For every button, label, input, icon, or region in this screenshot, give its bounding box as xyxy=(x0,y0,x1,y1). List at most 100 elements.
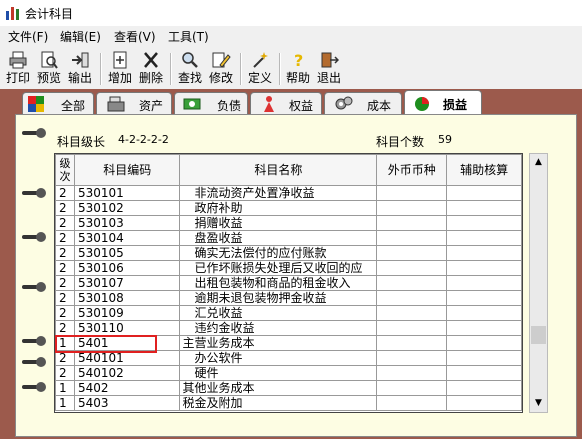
cell-aux[interactable] xyxy=(446,335,522,351)
table-row[interactable]: 2 530110 违约金收益 xyxy=(55,320,522,336)
scroll-up-arrow[interactable]: ▲ xyxy=(530,154,547,171)
cell-level[interactable]: 2 xyxy=(55,200,75,216)
cell-currency[interactable] xyxy=(376,275,448,291)
exit-button[interactable]: 退出 xyxy=(315,50,343,88)
cell-level[interactable]: 2 xyxy=(55,185,75,201)
col-header-level[interactable]: 级次 xyxy=(55,154,75,186)
cell-aux[interactable] xyxy=(446,245,522,261)
cell-name[interactable]: 已作坏账损失处理后又收回的应 xyxy=(179,260,378,276)
cell-name[interactable]: 主营业务成本 xyxy=(179,335,378,351)
tab-profit-loss[interactable]: 损益 xyxy=(404,90,482,116)
cell-aux[interactable] xyxy=(446,320,522,336)
cell-code[interactable]: 530105 xyxy=(73,245,181,261)
menu-file[interactable]: 文件(F) xyxy=(8,28,48,45)
cell-code[interactable]: 530101 xyxy=(73,185,181,201)
tab-equity[interactable]: 权益 xyxy=(250,92,322,115)
cell-level[interactable]: 2 xyxy=(55,290,75,306)
cell-code[interactable]: 530107 xyxy=(73,275,181,291)
cell-level[interactable]: 2 xyxy=(55,245,75,261)
accounts-grid[interactable]: 级次 科目编码 科目名称 外币币种 辅助核算 2 530101 非流动资产处置净收益… xyxy=(54,153,523,413)
cell-currency[interactable] xyxy=(376,350,448,366)
cell-level[interactable]: 2 xyxy=(55,305,75,321)
cell-code[interactable]: 540102 xyxy=(73,365,181,381)
cell-aux[interactable] xyxy=(446,380,522,396)
table-row[interactable]: 1 5402 其他业务成本 xyxy=(55,380,522,396)
cell-name[interactable]: 其他业务成本 xyxy=(179,380,378,396)
cell-aux[interactable] xyxy=(446,260,522,276)
cell-level[interactable]: 2 xyxy=(55,365,75,381)
cell-aux[interactable] xyxy=(446,305,522,321)
tab-assets[interactable]: 资产 xyxy=(96,92,172,115)
cell-code[interactable]: 5402 xyxy=(73,380,181,396)
cell-name[interactable]: 政府补助 xyxy=(179,200,378,216)
menu-view[interactable]: 查看(V) xyxy=(114,28,156,45)
define-button[interactable]: 定义 xyxy=(246,50,274,88)
menu-tools[interactable]: 工具(T) xyxy=(168,28,209,45)
cell-level[interactable]: 2 xyxy=(55,260,75,276)
cell-currency[interactable] xyxy=(376,380,448,396)
cell-currency[interactable] xyxy=(376,395,448,411)
cell-aux[interactable] xyxy=(446,290,522,306)
cell-aux[interactable] xyxy=(446,200,522,216)
cell-currency[interactable] xyxy=(376,245,448,261)
tab-all[interactable]: 全部 xyxy=(22,92,94,115)
menu-edit[interactable]: 编辑(E) xyxy=(60,28,101,45)
cell-currency[interactable] xyxy=(376,260,448,276)
cell-code[interactable]: 530108 xyxy=(73,290,181,306)
cell-aux[interactable] xyxy=(446,185,522,201)
table-row[interactable]: 2 530104 盘盈收益 xyxy=(55,230,522,246)
cell-code[interactable]: 530106 xyxy=(73,260,181,276)
table-row[interactable]: 2 530105 确实无法偿付的应付账款 xyxy=(55,245,522,261)
tab-cost[interactable]: 成本 xyxy=(324,92,402,115)
cell-name[interactable]: 办公软件 xyxy=(179,350,378,366)
scroll-down-arrow[interactable]: ▼ xyxy=(530,395,547,412)
cell-currency[interactable] xyxy=(376,200,448,216)
cell-level[interactable]: 2 xyxy=(55,230,75,246)
cell-code[interactable]: 530109 xyxy=(73,305,181,321)
find-button[interactable]: 查找 xyxy=(176,50,204,88)
cell-level[interactable]: 1 xyxy=(55,380,75,396)
cell-currency[interactable] xyxy=(376,335,448,351)
cell-aux[interactable] xyxy=(446,365,522,381)
cell-name[interactable]: 硬件 xyxy=(179,365,378,381)
cell-level[interactable]: 2 xyxy=(55,275,75,291)
cell-aux[interactable] xyxy=(446,395,522,411)
cell-level[interactable]: 1 xyxy=(55,395,75,411)
table-row[interactable]: 2 530107 出租包装物和商品的租金收入 xyxy=(55,275,522,291)
cell-name[interactable]: 税金及附加 xyxy=(179,395,378,411)
cell-currency[interactable] xyxy=(376,320,448,336)
cell-name[interactable]: 汇兑收益 xyxy=(179,305,378,321)
cell-aux[interactable] xyxy=(446,275,522,291)
cell-name[interactable]: 确实无法偿付的应付账款 xyxy=(179,245,378,261)
cell-code[interactable]: 530102 xyxy=(73,200,181,216)
scroll-thumb[interactable] xyxy=(531,326,546,344)
table-row[interactable]: 2 530108 逾期未退包装物押金收益 xyxy=(55,290,522,306)
col-header-currency[interactable]: 外币币种 xyxy=(376,154,448,186)
cell-aux[interactable] xyxy=(446,230,522,246)
vertical-scrollbar[interactable]: ▲ ▼ xyxy=(529,153,548,413)
cell-currency[interactable] xyxy=(376,215,448,231)
cell-aux[interactable] xyxy=(446,350,522,366)
cell-name[interactable]: 捐赠收益 xyxy=(179,215,378,231)
col-header-code[interactable]: 科目编码 xyxy=(73,154,181,186)
export-button[interactable]: 输出 xyxy=(66,50,94,88)
cell-name[interactable]: 出租包装物和商品的租金收入 xyxy=(179,275,378,291)
cell-currency[interactable] xyxy=(376,185,448,201)
cell-aux[interactable] xyxy=(446,215,522,231)
cell-name[interactable]: 盘盈收益 xyxy=(179,230,378,246)
cell-currency[interactable] xyxy=(376,290,448,306)
col-header-name[interactable]: 科目名称 xyxy=(179,154,378,186)
table-row[interactable]: 2 530101 非流动资产处置净收益 xyxy=(55,185,522,201)
table-row[interactable]: 1 5403 税金及附加 xyxy=(55,395,522,411)
cell-code[interactable]: 530104 xyxy=(73,230,181,246)
cell-name[interactable]: 违约金收益 xyxy=(179,320,378,336)
delete-button[interactable]: 删除 xyxy=(137,50,165,88)
edit-button[interactable]: 修改 xyxy=(207,50,235,88)
table-row[interactable]: 2 540102 硬件 xyxy=(55,365,522,381)
cell-name[interactable]: 逾期未退包装物押金收益 xyxy=(179,290,378,306)
print-button[interactable]: 打印 xyxy=(4,50,32,88)
tab-liabilities[interactable]: 负债 xyxy=(174,92,248,115)
cell-level[interactable]: 2 xyxy=(55,320,75,336)
cell-level[interactable]: 2 xyxy=(55,215,75,231)
cell-currency[interactable] xyxy=(376,365,448,381)
